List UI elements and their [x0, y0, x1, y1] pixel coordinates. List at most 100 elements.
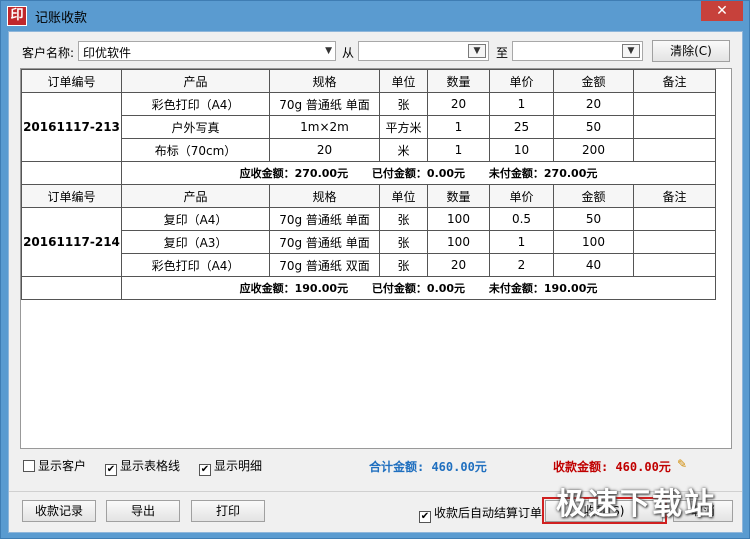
date-from-picker[interactable]: ▼ [358, 41, 489, 61]
summary-spacer [21, 161, 122, 185]
pencil-icon[interactable]: ✎ [677, 457, 687, 471]
customer-select[interactable]: 印优软件 ▼ [78, 41, 336, 61]
cell-product: 复印（A4） [121, 207, 270, 231]
chevron-down-icon[interactable]: ▼ [325, 46, 332, 56]
orders-grid: 订单编号 产品 规格 单位 数量 单价 金额 备注 20161117-213 彩… [20, 68, 732, 449]
cell-price: 1 [489, 230, 554, 254]
receivable-amount: 应收金额：270.00元 [239, 167, 349, 180]
table-row[interactable]: 布标（70cm） 20 米 1 10 200 [22, 138, 716, 162]
checkbox-label: 收款后自动结算订单 [434, 506, 543, 520]
cell-product: 复印（A3） [121, 230, 270, 254]
cell-price: 0.5 [489, 207, 554, 231]
cell-unit: 张 [379, 230, 428, 254]
check-icon[interactable]: ✔ [199, 464, 211, 476]
total-amount: 合计金额: 460.00元 [369, 460, 487, 474]
col-header: 金额 [553, 184, 634, 208]
check-icon[interactable]: ✔ [105, 464, 117, 476]
cell-spec: 70g 普通纸 单面 [269, 230, 380, 254]
received-amount: 收款金额: 460.00元 [553, 460, 671, 474]
customer-label: 客户名称: [22, 46, 75, 60]
summary-row: 应收金额：190.00元 已付金额：0.00元 未付金额：190.00元 [21, 276, 716, 300]
check-icon[interactable]: ✔ [419, 511, 431, 523]
cell-spec: 70g 普通纸 单面 [269, 207, 380, 231]
col-header: 规格 [269, 69, 380, 93]
cell-amount: 100 [553, 230, 634, 254]
dialog-body: 客户名称: 印优软件 ▼ 从 ▼ 至 ▼ 清除(C) 订单编号 产品 规格 单位… [8, 31, 743, 533]
order-summary: 应收金额：270.00元 已付金额：0.00元 未付金额：270.00元 [121, 161, 716, 185]
cell-unit: 米 [379, 138, 428, 162]
table-row[interactable]: 20161117-214 复印（A4） 70g 普通纸 单面 张 100 0.5… [21, 207, 716, 277]
cell-note[interactable] [633, 115, 716, 139]
show-gridlines-checkbox[interactable]: ✔ 显示表格线 [105, 457, 181, 476]
cell-unit: 张 [379, 207, 428, 231]
cell-note[interactable] [633, 230, 716, 254]
col-header: 规格 [269, 184, 380, 208]
cell-amount: 50 [553, 207, 634, 231]
cell-product: 户外写真 [121, 115, 270, 139]
title-bar[interactable]: 印 记账收款 ✕ [1, 1, 749, 31]
table-row[interactable]: 复印（A3） 70g 普通纸 单面 张 100 1 100 [22, 230, 716, 254]
close-button[interactable]: ✕ [701, 1, 743, 21]
cell-qty: 100 [427, 230, 490, 254]
cell-amount: 20 [553, 92, 634, 116]
checkbox-label: 显示表格线 [120, 459, 181, 473]
customer-value: 印优软件 [83, 46, 132, 60]
unpaid-amount: 未付金额：190.00元 [488, 282, 598, 295]
app-icon: 印 [7, 6, 27, 26]
table-header-row: 订单编号 产品 规格 单位 数量 单价 金额 备注 [21, 69, 716, 93]
col-header: 单位 [379, 184, 428, 208]
cell-note[interactable] [633, 207, 716, 231]
cell-product: 布标（70cm） [121, 138, 270, 162]
history-button[interactable]: 收款记录 [22, 500, 96, 522]
cell-price: 10 [489, 138, 554, 162]
cell-product: 彩色打印（A4） [121, 253, 270, 277]
export-button[interactable]: 导出 [106, 500, 180, 522]
paid-amount: 已付金额：0.00元 [371, 167, 466, 180]
table-row[interactable]: 彩色打印（A4） 70g 普通纸 双面 张 20 2 40 [22, 253, 716, 277]
print-button[interactable]: 打印 [191, 500, 265, 522]
paid-amount: 已付金额：0.00元 [371, 282, 466, 295]
cell-price: 2 [489, 253, 554, 277]
cell-spec: 1m×2m [269, 115, 380, 139]
order-id[interactable]: 20161117-213 [21, 92, 122, 162]
col-header: 订单编号 [21, 184, 122, 208]
cell-unit: 张 [379, 253, 428, 277]
cell-price: 1 [489, 92, 554, 116]
chevron-down-icon[interactable]: ▼ [622, 44, 640, 58]
chevron-down-icon[interactable]: ▼ [468, 44, 486, 58]
cell-amount: 50 [553, 115, 634, 139]
cell-unit: 张 [379, 92, 428, 116]
order-id[interactable]: 20161117-214 [21, 207, 122, 277]
table-row[interactable]: 20161117-213 彩色打印（A4） 70g 普通纸 单面 张 20 1 … [21, 92, 716, 162]
cell-spec: 20 [269, 138, 380, 162]
col-header: 单价 [489, 69, 554, 93]
cell-note[interactable] [633, 138, 716, 162]
cell-note[interactable] [633, 253, 716, 277]
cell-qty: 20 [427, 253, 490, 277]
col-header: 数量 [427, 184, 490, 208]
table-header-row: 订单编号 产品 规格 单位 数量 单价 金额 备注 [21, 184, 716, 208]
col-header: 单位 [379, 69, 428, 93]
date-to-picker[interactable]: ▼ [512, 41, 643, 61]
unpaid-amount: 未付金额：270.00元 [488, 167, 598, 180]
cell-spec: 70g 普通纸 单面 [269, 92, 380, 116]
show-detail-checkbox[interactable]: ✔ 显示明细 [199, 457, 263, 476]
checkbox-box[interactable] [23, 460, 35, 472]
col-header: 产品 [121, 69, 270, 93]
order-table-1: 订单编号 产品 规格 单位 数量 单价 金额 备注 20161117-213 彩… [21, 69, 716, 300]
show-customer-checkbox[interactable]: 显示客户 [23, 457, 86, 473]
cell-unit: 平方米 [379, 115, 428, 139]
cell-product: 彩色打印（A4） [121, 92, 270, 116]
clear-button[interactable]: 清除(C) [652, 40, 730, 62]
table-row[interactable]: 户外写真 1m×2m 平方米 1 25 50 [22, 115, 716, 139]
checkbox-label: 显示明细 [214, 459, 263, 473]
checkbox-label: 显示客户 [38, 459, 87, 473]
to-label: 至 [496, 46, 509, 60]
from-label: 从 [342, 46, 355, 60]
cell-note[interactable] [633, 92, 716, 116]
auto-settle-checkbox[interactable]: ✔ 收款后自动结算订单 [419, 504, 543, 523]
col-header: 订单编号 [21, 69, 122, 93]
col-header: 数量 [427, 69, 490, 93]
cell-qty: 20 [427, 92, 490, 116]
summary-row: 应收金额：270.00元 已付金额：0.00元 未付金额：270.00元 [21, 161, 716, 185]
